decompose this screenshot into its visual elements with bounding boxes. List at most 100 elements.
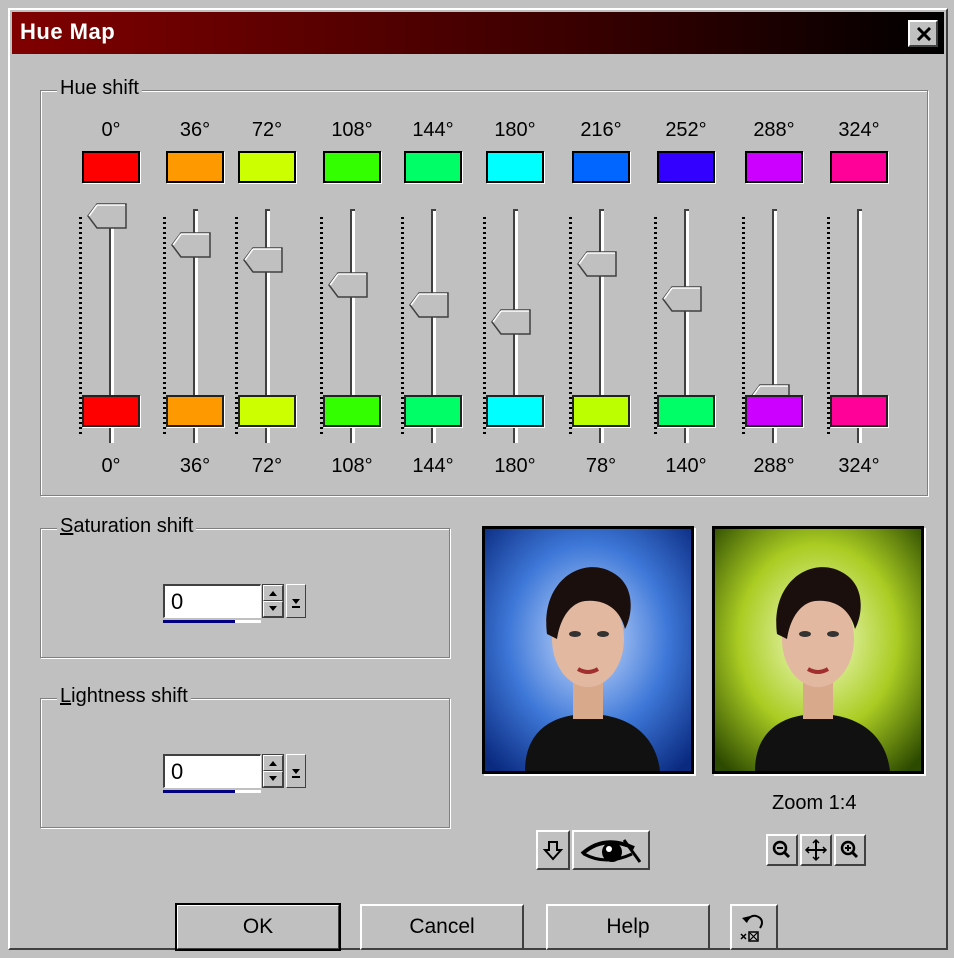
close-button[interactable] [908, 20, 938, 47]
hue-slider-thumb[interactable] [171, 232, 211, 258]
target-hue-label: 0° [101, 455, 121, 477]
help-button[interactable]: Help [546, 904, 710, 950]
arrow-down-icon [542, 841, 564, 861]
target-hue-label: 288° [753, 455, 795, 477]
pan-button[interactable] [800, 834, 832, 866]
source-hue-label: 288° [753, 119, 795, 141]
source-hue-label: 180° [494, 119, 536, 141]
target-color-swatch [830, 395, 888, 427]
lightness-spinbox: 0 [163, 754, 308, 794]
hue-slider-thumb[interactable] [328, 272, 368, 298]
lightness-shift-legend: Lightness shift [57, 685, 191, 708]
source-color-swatch [486, 151, 544, 183]
ok-button[interactable]: OK [175, 903, 341, 951]
lightness-input[interactable]: 0 [163, 754, 261, 788]
source-hue-label: 216° [580, 119, 622, 141]
proof-button[interactable] [536, 830, 570, 870]
target-color-swatch [82, 395, 140, 427]
triangle-down-icon [269, 776, 277, 781]
target-hue-label: 108° [331, 455, 373, 477]
saturation-shift-group: Saturation shift 0 [40, 515, 450, 658]
target-hue-label: 78° [585, 455, 617, 477]
saturation-updown[interactable] [262, 584, 284, 618]
source-hue-label: 0° [101, 119, 121, 141]
source-hue-label: 252° [665, 119, 707, 141]
preview-before[interactable] [482, 526, 694, 774]
target-hue-label: 180° [494, 455, 536, 477]
saturation-shift-legend: Saturation shift [57, 515, 197, 538]
target-hue-label: 140° [665, 455, 707, 477]
target-color-swatch [745, 395, 803, 427]
hue-slider-thumb[interactable] [577, 251, 617, 277]
source-color-swatch [166, 151, 224, 183]
preview-after[interactable] [712, 526, 924, 774]
reset-button[interactable] [730, 904, 778, 950]
zoom-out-button[interactable] [766, 834, 798, 866]
target-color-swatch [323, 395, 381, 427]
lightness-updown[interactable] [262, 754, 284, 788]
source-color-swatch [404, 151, 462, 183]
target-hue-label: 144° [412, 455, 454, 477]
hue-map-dialog: Hue Map Hue shift 0° 0° 36° 36° 72° 72° 108° 10… [8, 8, 948, 951]
lightness-indicator [163, 790, 235, 793]
lightness-accelerator: L [60, 685, 72, 707]
saturation-spinbox: 0 [163, 584, 308, 624]
source-color-swatch [657, 151, 715, 183]
cancel-button[interactable]: Cancel [360, 904, 524, 950]
eye-preview-button[interactable] [572, 830, 650, 870]
zoom-in-button[interactable] [834, 834, 866, 866]
saturation-up-button[interactable] [263, 585, 283, 601]
hue-shift-legend: Hue shift [57, 77, 142, 100]
zoom-in-icon [840, 840, 859, 859]
eye-icon [580, 839, 642, 863]
saturation-input[interactable]: 0 [163, 584, 261, 618]
portrait-image-before [485, 529, 691, 771]
saturation-down-button[interactable] [263, 601, 283, 617]
target-color-swatch [486, 395, 544, 427]
target-color-swatch [572, 395, 630, 427]
source-hue-label: 324° [838, 119, 880, 141]
hue-slider-thumb[interactable] [243, 247, 283, 273]
triangle-up-icon [269, 591, 277, 596]
target-hue-label: 324° [838, 455, 880, 477]
source-color-swatch [82, 151, 140, 183]
saturation-dropdown-button[interactable] [286, 584, 306, 618]
triangle-down-icon [269, 606, 277, 611]
lightness-dropdown-button[interactable] [286, 754, 306, 788]
pan-icon [804, 838, 828, 862]
dialog-title: Hue Map [20, 19, 116, 44]
saturation-accelerator: S [60, 515, 74, 537]
saturation-indicator [163, 620, 235, 623]
reset-icon [740, 914, 763, 942]
hue-slider-thumb[interactable] [662, 286, 702, 312]
lightness-up-button[interactable] [263, 755, 283, 771]
source-color-swatch [572, 151, 630, 183]
chevron-down-icon [292, 599, 300, 608]
source-color-swatch [745, 151, 803, 183]
chevron-down-icon [292, 769, 300, 778]
target-color-swatch [166, 395, 224, 427]
hue-slider-thumb[interactable] [409, 292, 449, 318]
target-color-swatch [404, 395, 462, 427]
source-color-swatch [238, 151, 296, 183]
lightness-down-button[interactable] [263, 771, 283, 787]
target-hue-label: 36° [179, 455, 211, 477]
hue-slider-thumb[interactable] [491, 309, 531, 335]
zoom-out-icon [772, 840, 791, 859]
title-bar[interactable]: Hue Map [12, 12, 944, 54]
lightness-legend-rest: ightness shift [71, 685, 188, 707]
lightness-shift-group: Lightness shift 0 [40, 685, 450, 828]
target-color-swatch [238, 395, 296, 427]
source-color-swatch [323, 151, 381, 183]
target-hue-label: 72° [251, 455, 283, 477]
saturation-legend-rest: aturation shift [73, 515, 194, 537]
source-hue-label: 144° [412, 119, 454, 141]
source-hue-label: 72° [251, 119, 283, 141]
source-hue-label: 108° [331, 119, 373, 141]
hue-slider-thumb[interactable] [87, 203, 127, 229]
triangle-up-icon [269, 761, 277, 766]
hue-shift-group: Hue shift 0° 0° 36° 36° 72° 72° 108° 108° 144° 14… [40, 77, 928, 496]
portrait-image-after [715, 529, 921, 771]
target-color-swatch [657, 395, 715, 427]
source-hue-label: 36° [179, 119, 211, 141]
